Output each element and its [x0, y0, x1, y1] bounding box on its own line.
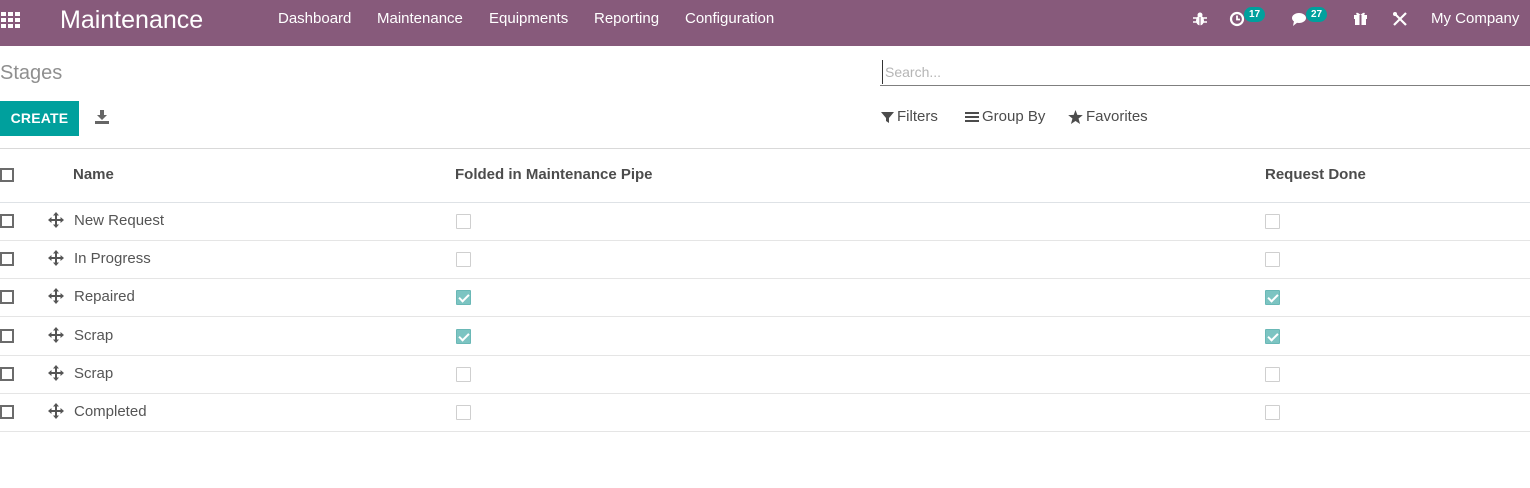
- row-select-checkbox[interactable]: [0, 290, 14, 305]
- search-input[interactable]: [882, 60, 1482, 84]
- request-done-checkbox[interactable]: [1265, 328, 1280, 344]
- stage-name-cell: Scrap: [74, 326, 114, 344]
- filters-label: Filters: [897, 108, 938, 125]
- filter-icon: [881, 111, 894, 123]
- folded-checkbox[interactable]: [456, 366, 471, 382]
- favorites-label: Favorites: [1086, 108, 1148, 125]
- apps-grid-icon[interactable]: [1, 12, 21, 28]
- stage-name-cell: In Progress: [74, 250, 151, 268]
- table-header: Name Folded in Maintenance Pipe Request …: [0, 149, 1530, 203]
- stage-name-cell: Repaired: [74, 288, 135, 306]
- row-select-checkbox[interactable]: [0, 214, 14, 228]
- request-done-checkbox[interactable]: [1265, 252, 1280, 268]
- messages-count-badge: 27: [1306, 7, 1328, 22]
- stage-name-cell: Scrap: [74, 364, 114, 382]
- table-row[interactable]: Completed: [0, 394, 1530, 432]
- table-row[interactable]: Scrap: [0, 356, 1530, 394]
- column-header-folded[interactable]: Folded in Maintenance Pipe: [455, 166, 653, 183]
- table-row[interactable]: Repaired: [0, 279, 1530, 318]
- folded-checkbox[interactable]: [456, 405, 471, 420]
- breadcrumb: Stages: [0, 62, 63, 84]
- drag-handle-icon[interactable]: [48, 288, 64, 305]
- top-navbar: Maintenance Dashboard Maintenance Equipm…: [0, 0, 1530, 46]
- drag-handle-icon[interactable]: [48, 326, 64, 343]
- table-row[interactable]: Scrap: [0, 318, 1530, 356]
- column-header-request-done[interactable]: Request Done: [1265, 166, 1366, 183]
- table-row[interactable]: In Progress: [0, 241, 1530, 280]
- stage-name-cell: Completed: [74, 403, 147, 420]
- row-select-checkbox[interactable]: [0, 366, 14, 381]
- request-done-checkbox[interactable]: [1265, 214, 1280, 229]
- stage-name-cell: New Request: [74, 212, 165, 229]
- request-done-checkbox[interactable]: [1265, 290, 1280, 306]
- app-title: Maintenance: [60, 6, 204, 34]
- bars-icon: [965, 112, 979, 122]
- row-select-checkbox[interactable]: [0, 405, 14, 419]
- row-select-checkbox[interactable]: [0, 328, 14, 343]
- column-header-name[interactable]: Name: [73, 166, 114, 183]
- create-button[interactable]: CREATE: [0, 101, 79, 136]
- menu-reporting[interactable]: Reporting: [594, 10, 659, 28]
- bug-icon[interactable]: [1192, 11, 1208, 27]
- request-done-checkbox[interactable]: [1265, 405, 1280, 420]
- clock-activity-icon[interactable]: [1229, 11, 1245, 27]
- table-row[interactable]: New Request: [0, 203, 1530, 241]
- group-by-button[interactable]: Group By: [965, 108, 1045, 126]
- menu-dashboard[interactable]: Dashboard: [278, 10, 351, 28]
- activity-count-badge: 17: [1244, 7, 1266, 22]
- folded-checkbox[interactable]: [456, 214, 471, 229]
- row-select-checkbox[interactable]: [0, 252, 14, 267]
- drag-handle-icon[interactable]: [48, 364, 64, 381]
- search-box: [880, 58, 1530, 86]
- gift-icon[interactable]: [1353, 10, 1368, 26]
- menu-configuration[interactable]: Configuration: [685, 10, 774, 28]
- folded-checkbox[interactable]: [456, 290, 471, 306]
- folded-checkbox[interactable]: [456, 252, 471, 268]
- select-all-checkbox[interactable]: [0, 168, 14, 182]
- menu-maintenance[interactable]: Maintenance: [377, 10, 463, 28]
- tools-icon[interactable]: [1392, 11, 1408, 27]
- menu-equipments[interactable]: Equipments: [489, 10, 568, 28]
- favorites-button[interactable]: Favorites: [1068, 108, 1148, 126]
- drag-handle-icon[interactable]: [48, 403, 64, 419]
- filters-button[interactable]: Filters: [881, 108, 938, 126]
- group-by-label: Group By: [982, 108, 1046, 125]
- drag-handle-icon[interactable]: [48, 250, 64, 267]
- folded-checkbox[interactable]: [456, 328, 471, 344]
- company-switcher[interactable]: My Company: [1431, 10, 1519, 27]
- star-icon: [1068, 110, 1083, 124]
- download-icon[interactable]: [94, 109, 110, 125]
- request-done-checkbox[interactable]: [1265, 366, 1280, 382]
- drag-handle-icon[interactable]: [48, 212, 64, 228]
